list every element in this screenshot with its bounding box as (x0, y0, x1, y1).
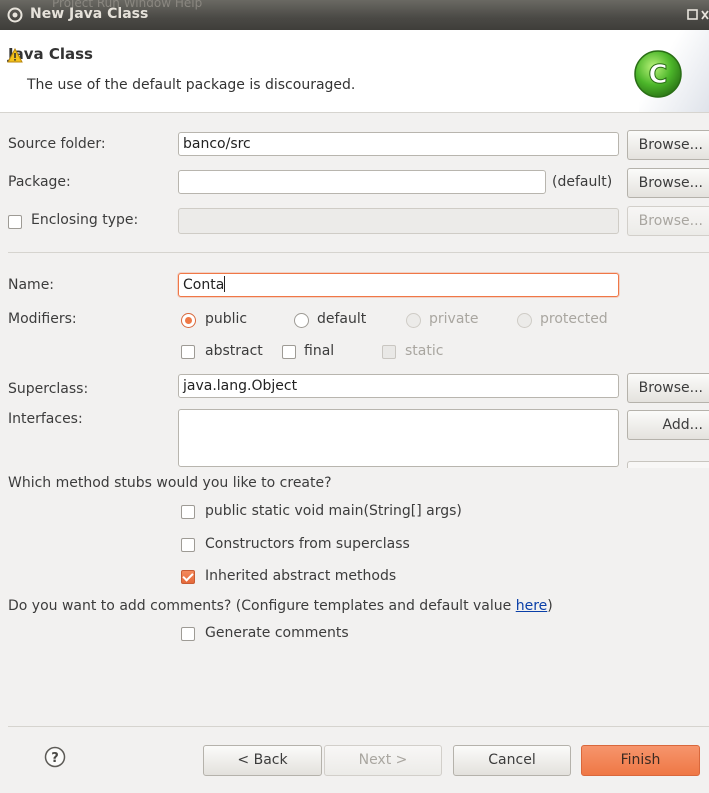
window-title: New Java Class (30, 6, 149, 22)
enclosing-type-browse-button[interactable]: Browse... (627, 206, 709, 236)
modifier-protected-radio[interactable] (517, 313, 532, 328)
warning-message: The use of the default package is discou… (27, 77, 356, 93)
back-button[interactable]: < Back (203, 745, 322, 776)
interfaces-remove-button-edge[interactable] (627, 461, 709, 468)
stub-constructors-checkbox[interactable] (181, 538, 195, 552)
modifier-static-checkbox[interactable] (382, 345, 396, 359)
modifier-public-radio[interactable] (181, 313, 196, 328)
window-title-bar[interactable]: Project Run Window Help New Java Class (0, 0, 709, 30)
interfaces-list[interactable] (178, 409, 619, 467)
interfaces-add-button[interactable]: Add... (627, 410, 709, 440)
enclosing-type-checkbox[interactable] (8, 215, 22, 229)
modifier-abstract-label: abstract (205, 343, 263, 359)
comments-question-text: Do you want to add comments? (Configure … (8, 598, 516, 614)
configure-templates-link[interactable]: here (516, 598, 548, 614)
help-icon[interactable]: ? (44, 746, 66, 768)
stub-inherited-checkbox[interactable] (181, 570, 195, 584)
modifier-final-label: final (304, 343, 335, 359)
modifier-public-label: public (205, 311, 248, 327)
name-label: Name: (8, 277, 55, 293)
warning-icon (7, 48, 23, 63)
stub-main-label: public static void main(String[] args) (205, 503, 462, 519)
stub-inherited-label: Inherited abstract methods (205, 568, 397, 584)
source-folder-label: Source folder: (8, 136, 106, 152)
modifier-protected-label: protected (540, 311, 608, 327)
text-cursor (224, 276, 226, 292)
method-stubs-question: Which method stubs would you like to cre… (8, 475, 332, 491)
separator (8, 252, 709, 253)
generate-comments-checkbox[interactable] (181, 627, 195, 641)
svg-text:C: C (648, 60, 667, 90)
package-default-hint: (default) (552, 174, 613, 190)
modifier-private-radio[interactable] (406, 313, 421, 328)
svg-text:?: ? (51, 751, 59, 766)
modifiers-label: Modifiers: (8, 311, 77, 327)
footer-separator (8, 726, 709, 727)
enclosing-type-label: Enclosing type: (31, 212, 139, 228)
source-folder-browse-button[interactable]: Browse... (627, 130, 709, 160)
finish-button[interactable]: Finish (581, 745, 700, 776)
modifier-final-checkbox[interactable] (282, 345, 296, 359)
name-value: Conta (183, 277, 225, 293)
java-class-logo-icon: C (634, 50, 682, 98)
modifier-private-label: private (429, 311, 479, 327)
name-field[interactable]: Conta (178, 273, 619, 297)
package-browse-button[interactable]: Browse... (627, 168, 709, 198)
package-field[interactable] (178, 170, 546, 194)
dialog-header: Java Class The use of the default packag… (0, 30, 709, 113)
comments-close-paren: ) (547, 598, 553, 614)
cancel-button[interactable]: Cancel (453, 745, 571, 776)
gear-icon (7, 7, 23, 23)
superclass-label: Superclass: (8, 381, 89, 397)
stub-main-checkbox[interactable] (181, 505, 195, 519)
superclass-browse-button[interactable]: Browse... (627, 373, 709, 403)
modifier-abstract-checkbox[interactable] (181, 345, 195, 359)
modifier-default-radio[interactable] (294, 313, 309, 328)
modifier-static-label: static (405, 343, 444, 359)
source-folder-field[interactable]: banco/src (178, 132, 619, 156)
maximize-close-icon[interactable] (687, 8, 709, 22)
generate-comments-label: Generate comments (205, 625, 349, 641)
next-button[interactable]: Next > (324, 745, 442, 776)
modifier-default-label: default (317, 311, 367, 327)
comments-question: Do you want to add comments? (Configure … (8, 598, 553, 614)
stub-constructors-label: Constructors from superclass (205, 536, 410, 552)
superclass-field[interactable]: java.lang.Object (178, 374, 619, 398)
interfaces-label: Interfaces: (8, 411, 83, 427)
enclosing-type-field[interactable] (178, 208, 619, 234)
package-label: Package: (8, 174, 71, 190)
